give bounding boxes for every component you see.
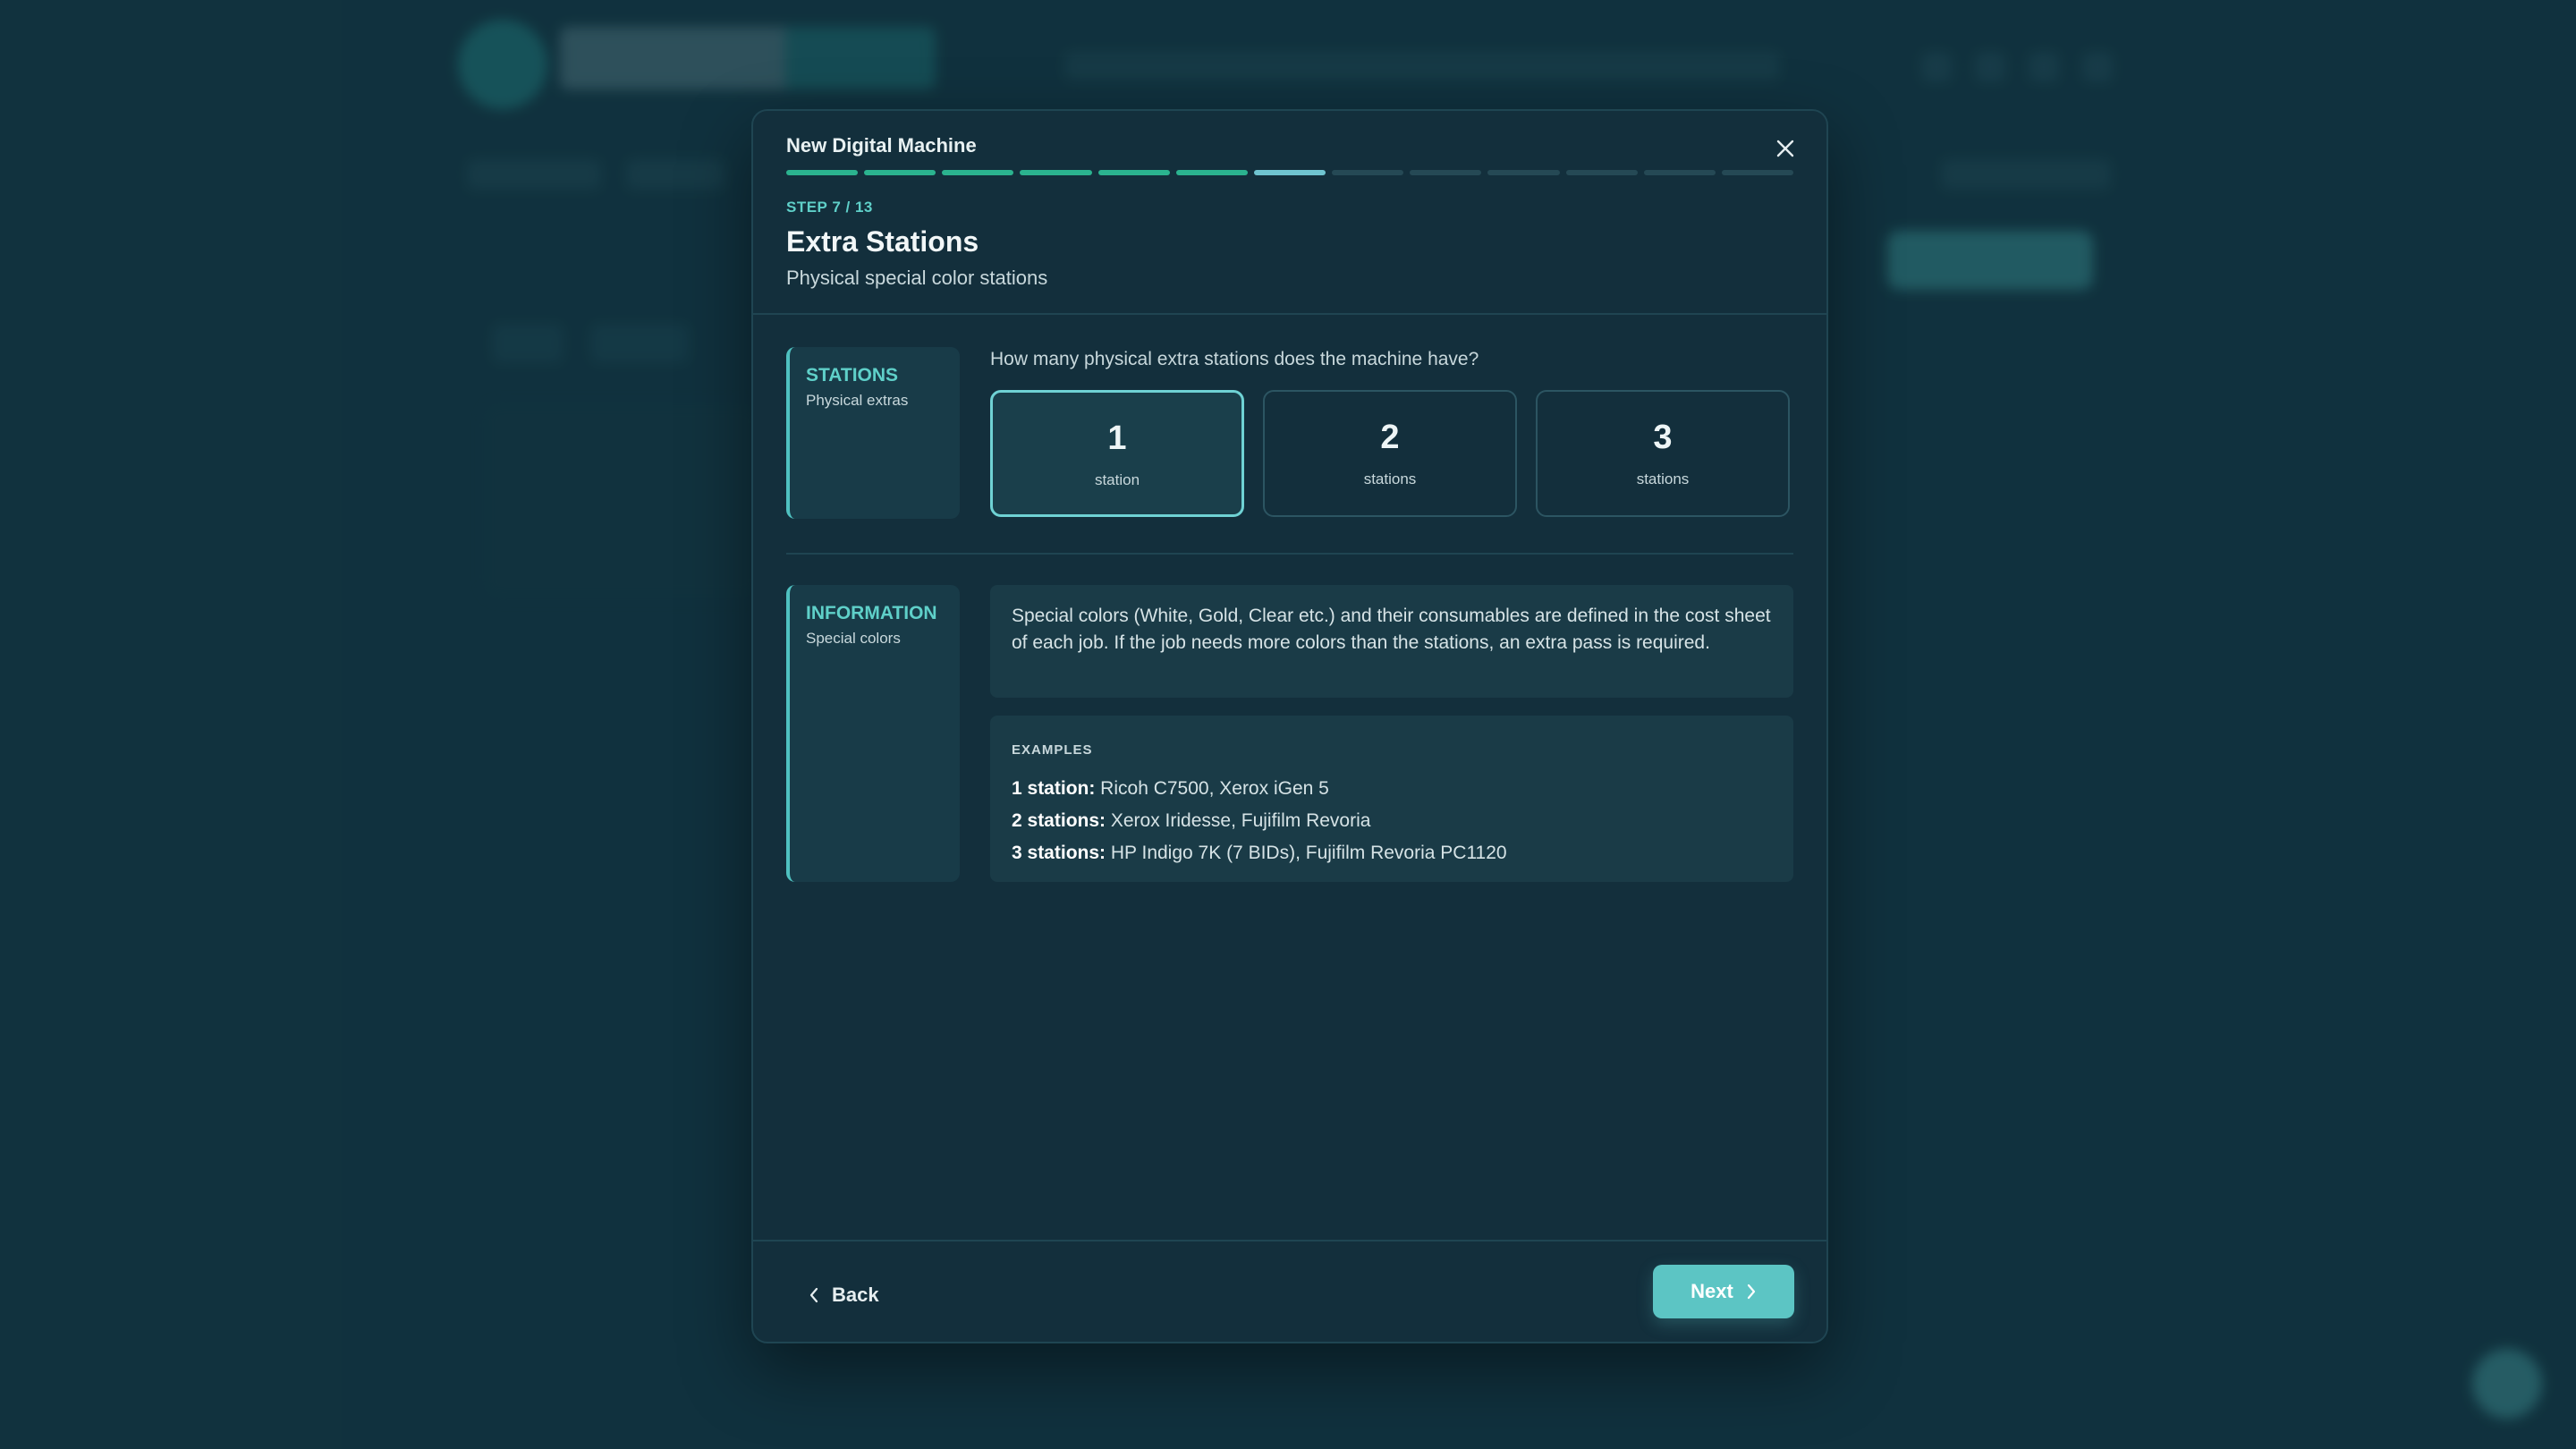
progress-segment xyxy=(1332,170,1404,175)
information-side-card: INFORMATION Special colors xyxy=(786,585,960,882)
footer-divider xyxy=(753,1240,1826,1241)
stations-side-card: STATIONS Physical extras xyxy=(786,347,960,519)
modal-title: New Digital Machine xyxy=(786,134,977,157)
stations-label: STATIONS xyxy=(806,365,899,386)
option-unit: stations xyxy=(1363,470,1417,487)
next-button[interactable]: Next xyxy=(1653,1265,1794,1318)
examples-box: EXAMPLES 1 station: Ricoh C7500, Xerox i… xyxy=(990,716,1793,882)
example-line: 1 station: Ricoh C7500, Xerox iGen 5 xyxy=(1012,778,1329,800)
stations-question: How many physical extra stations does th… xyxy=(990,349,1479,369)
example-value: Ricoh C7500, Xerox iGen 5 xyxy=(1095,778,1329,799)
wizard-modal: New Digital Machine STEP 7 / 13 Extra St… xyxy=(751,109,1828,1343)
step-progress-bar xyxy=(786,170,1794,175)
header-divider xyxy=(753,313,1826,315)
example-line: 2 stations: Xerox Iridesse, Fujifilm Rev… xyxy=(1012,810,1370,832)
station-option-2[interactable]: 2 stations xyxy=(1263,390,1517,517)
progress-segment xyxy=(786,170,859,175)
option-unit: stations xyxy=(1636,470,1690,487)
progress-segment xyxy=(942,170,1014,175)
information-text: Special colors (White, Gold, Clear etc.)… xyxy=(1012,606,1771,653)
section-subtitle: Physical special color stations xyxy=(786,267,1048,289)
progress-segment xyxy=(1175,170,1248,175)
progress-segment xyxy=(1565,170,1638,175)
station-option-1[interactable]: 1 station xyxy=(990,390,1244,517)
progress-segment xyxy=(1721,170,1794,175)
examples-heading: EXAMPLES xyxy=(1012,742,1093,758)
option-value: 1 xyxy=(1107,419,1127,457)
option-value: 2 xyxy=(1380,419,1400,456)
next-label: Next xyxy=(1690,1280,1733,1302)
close-icon xyxy=(1776,140,1794,157)
option-unit: station xyxy=(1094,471,1140,488)
information-sublabel: Special colors xyxy=(806,630,901,647)
section-divider xyxy=(786,553,1793,555)
stations-sublabel: Physical extras xyxy=(806,392,909,409)
step-label: STEP 7 / 13 xyxy=(786,199,873,216)
section-title: Extra Stations xyxy=(786,225,979,258)
option-value: 3 xyxy=(1653,419,1673,456)
example-line: 3 stations: HP Indigo 7K (7 BIDs), Fujif… xyxy=(1012,843,1507,864)
progress-segment xyxy=(1097,170,1170,175)
chevron-right-icon xyxy=(1747,1284,1755,1300)
information-box: Special colors (White, Gold, Clear etc.)… xyxy=(990,585,1793,698)
chevron-left-icon xyxy=(809,1287,818,1303)
progress-segment xyxy=(1643,170,1716,175)
back-button[interactable]: Back xyxy=(809,1274,879,1317)
progress-segment xyxy=(1410,170,1482,175)
progress-segment xyxy=(1253,170,1326,175)
example-value: HP Indigo 7K (7 BIDs), Fujifilm Revoria … xyxy=(1106,843,1507,863)
progress-segment xyxy=(1487,170,1560,175)
station-option-3[interactable]: 3 stations xyxy=(1536,390,1790,517)
close-button[interactable] xyxy=(1767,131,1803,166)
example-key: 2 stations: xyxy=(1012,810,1106,831)
back-label: Back xyxy=(832,1284,879,1306)
example-key: 3 stations: xyxy=(1012,843,1106,863)
progress-segment xyxy=(1020,170,1092,175)
example-key: 1 station: xyxy=(1012,778,1096,799)
progress-segment xyxy=(864,170,936,175)
information-label: INFORMATION xyxy=(806,603,937,623)
example-value: Xerox Iridesse, Fujifilm Revoria xyxy=(1106,810,1371,831)
